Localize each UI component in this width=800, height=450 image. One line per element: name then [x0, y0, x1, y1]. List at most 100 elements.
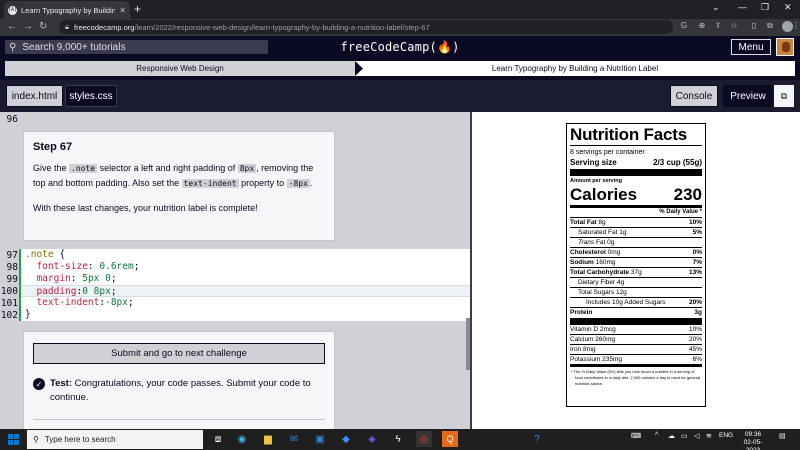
nutrient-row: Protein 3g: [570, 309, 702, 316]
favicon-icon: (A): [7, 5, 18, 15]
calories-row: Calories 230: [570, 185, 702, 204]
servings-row: 8 servings per container: [570, 149, 645, 156]
windows-start-icon[interactable]: [8, 434, 19, 445]
avatar[interactable]: [776, 38, 794, 56]
vitamin-row: Iron 8mg 45%: [570, 346, 702, 353]
nutrient-row: Dietary Fiber 4g: [578, 279, 625, 286]
minimize-icon[interactable]: —: [738, 2, 747, 12]
dropbox-icon[interactable]: ◆: [338, 431, 354, 447]
test-result: Test: Congratulations, your code passes.…: [50, 378, 311, 403]
code-line: }: [25, 309, 31, 320]
dv-header: % Daily Value *: [659, 209, 702, 215]
kebab-menu-icon[interactable]: ⋮: [792, 21, 800, 31]
forward-icon[interactable]: →: [23, 20, 33, 34]
reload-icon[interactable]: ↻: [39, 20, 47, 34]
step-instructions: Give the .note selector a left and right…: [33, 163, 314, 188]
menu-button[interactable]: Menu: [731, 39, 771, 55]
nutrient-row: Saturated Fat 1g 5%: [578, 229, 702, 236]
tray-chevron-icon[interactable]: ^: [655, 432, 658, 439]
line-number: 101: [0, 298, 18, 309]
tab-title: Learn Typography by Building a N: [21, 5, 116, 15]
amount-row: Amount per serving: [570, 178, 622, 184]
divider: [33, 419, 325, 420]
share-icon[interactable]: ⇪: [713, 21, 723, 31]
edge-icon[interactable]: ◉: [234, 431, 250, 447]
nutrient-row: Total Carbohydrate 37g 13%: [570, 269, 702, 276]
notifications-icon[interactable]: ▤: [779, 432, 786, 440]
taskbar-search-input[interactable]: ⚲ Type here to search: [27, 430, 203, 449]
search-icon: ⚲: [9, 41, 17, 53]
tab-close-icon[interactable]: ✕: [119, 6, 126, 15]
close-window-icon[interactable]: ✕: [784, 2, 792, 13]
console-button[interactable]: Console: [670, 85, 718, 107]
nutrient-row: Total Fat 8g 10%: [570, 219, 702, 226]
nutrient-row: Trans Fat 0g: [578, 239, 615, 246]
back-icon[interactable]: ←: [7, 20, 17, 34]
search-icon: ⚲: [33, 435, 39, 444]
help-icon[interactable]: ?: [529, 431, 545, 447]
url-host: freecodecamp.org: [74, 22, 135, 32]
cloud-icon[interactable]: ☁: [668, 432, 675, 440]
battery-icon[interactable]: ▭: [681, 432, 688, 440]
line-number: 100: [0, 286, 18, 297]
code-block[interactable]: .note { font-size: 0.6rem; margin: 5px 0…: [19, 249, 470, 321]
language-indicator[interactable]: ENG: [719, 432, 733, 439]
nutrient-row: Includes 10g Added Sugars 20%: [586, 299, 702, 306]
browser-tab[interactable]: (A) Learn Typography by Building a N ✕: [4, 1, 130, 19]
lock-icon: 🔒︎: [65, 22, 69, 31]
breadcrumb-course[interactable]: Responsive Web Design: [5, 61, 355, 76]
maximize-icon[interactable]: ❐: [761, 2, 769, 13]
search-input[interactable]: ⚲ Search 9,000+ tutorials: [5, 40, 268, 54]
store-icon[interactable]: ▣: [312, 431, 328, 447]
app-icon[interactable]: ◈: [364, 431, 380, 447]
code-line: font-size: 0.6rem;: [25, 261, 140, 272]
preview-button[interactable]: Preview: [723, 85, 773, 107]
url-path: /learn/2022/responsive-web-design/learn-…: [134, 22, 430, 32]
vitamin-rows: Vitamin D 2mcg 10% Calcium 260mg 20% Iron 8m…: [570, 325, 702, 364]
nutrient-row: Total Sugars 12g: [578, 289, 627, 296]
bookmark-icon[interactable]: ☆: [729, 21, 739, 31]
wifi-icon[interactable]: ≋: [706, 432, 712, 440]
line-number: 102: [0, 310, 18, 321]
nutrition-label: Nutrition Facts 8 servings per container…: [566, 123, 706, 407]
explorer-icon[interactable]: ▆: [260, 431, 276, 447]
zoom-icon[interactable]: ⊕: [697, 21, 707, 31]
nutrient-row: Cholesterol 0mg 0%: [570, 249, 702, 256]
code-line-active: padding:0 8px;: [21, 285, 470, 297]
line-number: 96: [6, 114, 18, 125]
nutrition-title: Nutrition Facts: [570, 125, 687, 144]
breadcrumb-project[interactable]: Learn Typography by Building a Nutrition…: [355, 61, 795, 76]
vitamin-row: Vitamin D 2mcg 10%: [570, 326, 702, 333]
step-final-note: With these last changes, your nutrition …: [33, 203, 258, 213]
check-icon: ✓: [33, 378, 45, 390]
extensions-icon[interactable]: ⧉: [765, 21, 775, 31]
task-view-icon[interactable]: ⧈: [210, 431, 226, 447]
vitamin-row: Calcium 260mg 20%: [570, 336, 702, 343]
url-bar[interactable]: 🔒︎ freecodecamp.org/learn/2022/responsiv…: [59, 20, 673, 34]
footnote: * The % Daily Value (DV) tells you how m…: [571, 369, 701, 386]
google-icon[interactable]: G: [679, 21, 689, 31]
mail-icon[interactable]: ✉: [286, 431, 302, 447]
line-number: 99: [6, 274, 18, 285]
orange-app-icon[interactable]: Q: [442, 431, 458, 447]
popout-preview-icon[interactable]: ⧉: [774, 85, 794, 107]
clock[interactable]: 09:3602-05-2023: [741, 431, 765, 450]
search-placeholder: Search 9,000+ tutorials: [22, 41, 126, 53]
line-number: 97: [6, 250, 18, 261]
tab-search-icon[interactable]: ⌄: [712, 2, 720, 13]
serving-size-row: Serving size 2/3 cup (55g): [570, 158, 702, 167]
fcc-logo[interactable]: freeCodeCamp(🔥): [340, 39, 460, 55]
submit-button[interactable]: Submit and go to next challenge: [33, 343, 325, 364]
tab-index-html[interactable]: index.html: [6, 85, 63, 107]
instructions-panel: Step 67 Give the .note selector a left a…: [23, 131, 335, 241]
code-line: .note {: [25, 249, 66, 260]
chrome-icon[interactable]: ◎: [416, 431, 432, 447]
new-tab-button[interactable]: +: [134, 2, 141, 16]
keyboard-icon[interactable]: ⌨: [631, 432, 641, 440]
terminal-icon[interactable]: ϟ: [390, 431, 406, 447]
volume-icon[interactable]: ◁: [694, 432, 699, 440]
step-title: Step 67: [33, 141, 73, 153]
sidepanel-icon[interactable]: ▯: [749, 21, 759, 31]
vitamin-row: Potassium 235mg 6%: [570, 356, 702, 363]
tab-styles-css[interactable]: styles.css: [65, 85, 117, 107]
